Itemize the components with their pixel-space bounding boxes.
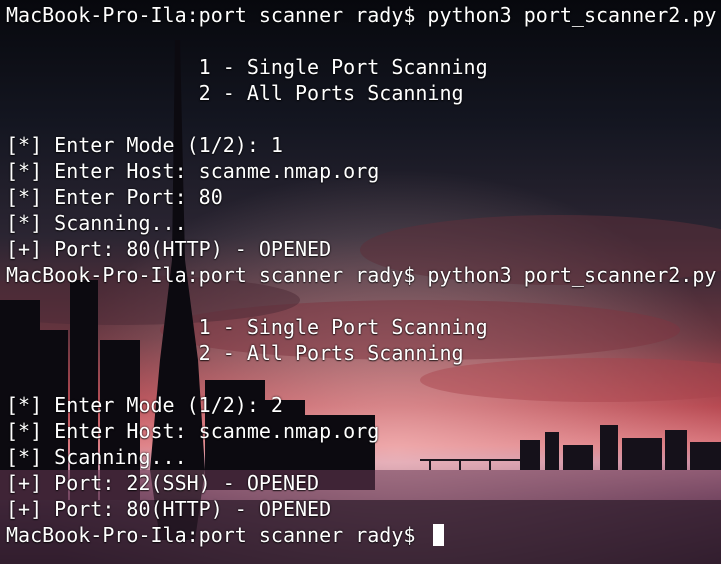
terminal-output: MacBook-Pro-Ila:port scanner rady$ pytho… xyxy=(6,2,716,548)
scanning-status-line: [*] Scanning... xyxy=(6,445,187,469)
prompt-text: MacBook-Pro-Ila:port scanner rady$ xyxy=(6,523,428,547)
port-result-line: [+] Port: 80(HTTP) - OPENED xyxy=(6,497,332,521)
text-cursor[interactable] xyxy=(433,524,445,546)
menu-option-all-ports: 2 - All Ports Scanning xyxy=(6,81,464,105)
host-input-line: [*] Enter Host: scanme.nmap.org xyxy=(6,159,380,183)
menu-option-all-ports: 2 - All Ports Scanning xyxy=(6,341,464,365)
host-input-line: [*] Enter Host: scanme.nmap.org xyxy=(6,419,380,443)
port-input-line: [*] Enter Port: 80 xyxy=(6,185,223,209)
menu-option-single-port: 1 - Single Port Scanning xyxy=(6,55,488,79)
active-prompt-line[interactable]: MacBook-Pro-Ila:port scanner rady$ xyxy=(6,522,716,548)
mode-input-line: [*] Enter Mode (1/2): 1 xyxy=(6,133,283,157)
terminal-window[interactable]: MacBook-Pro-Ila:port scanner rady$ pytho… xyxy=(0,0,721,564)
mode-input-line: [*] Enter Mode (1/2): 2 xyxy=(6,393,283,417)
scanning-status-line: [*] Scanning... xyxy=(6,211,187,235)
prompt-command-line: MacBook-Pro-Ila:port scanner rady$ pytho… xyxy=(6,3,717,27)
prompt-command-line: MacBook-Pro-Ila:port scanner rady$ pytho… xyxy=(6,263,717,287)
menu-option-single-port: 1 - Single Port Scanning xyxy=(6,315,488,339)
port-result-line: [+] Port: 80(HTTP) - OPENED xyxy=(6,237,332,261)
port-result-line: [+] Port: 22(SSH) - OPENED xyxy=(6,471,320,495)
